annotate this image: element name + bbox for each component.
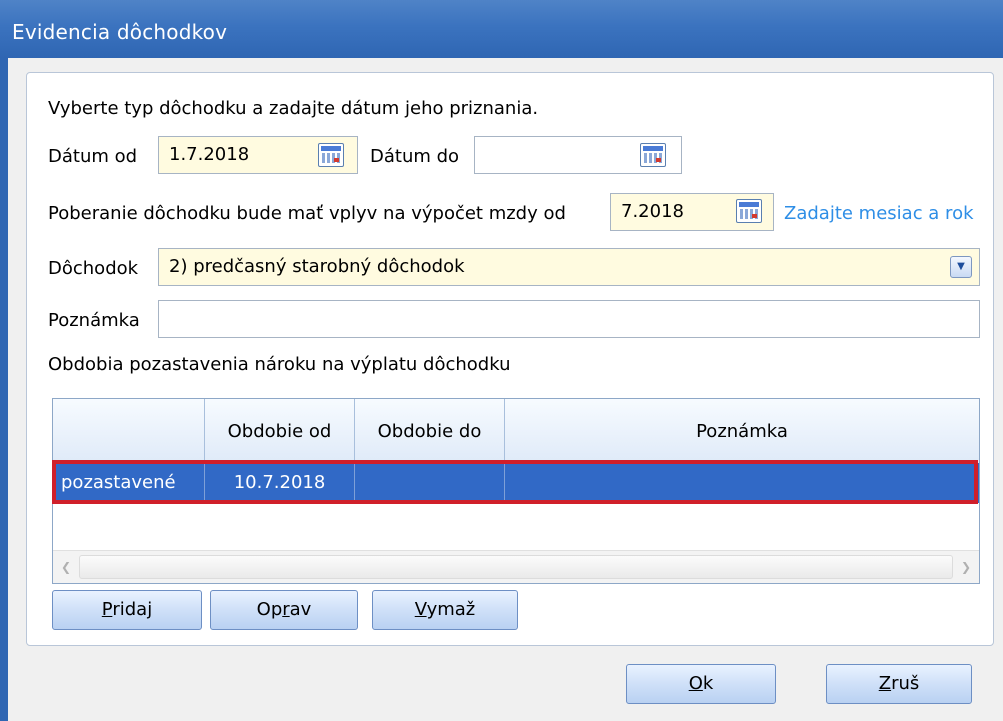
note-input[interactable] [158,300,980,338]
date-from-value: 1.7.2018 [169,144,250,165]
cancel-button[interactable]: Zruš [826,664,972,704]
title-bar[interactable]: Evidencia dôchodkov [0,0,1003,58]
grid-header-status[interactable] [53,399,205,463]
payroll-effect-hint: Zadajte mesiac a rok [784,203,974,224]
payroll-effect-label: Poberanie dôchodku bude mať vplyv na výp… [48,203,566,224]
grid-header: Obdobie od Obdobie do Poznámka [53,399,979,464]
date-to-calendar-icon[interactable] [640,143,666,167]
add-button[interactable]: Pridaj [52,590,202,630]
payroll-effect-calendar-icon[interactable] [736,199,762,223]
pension-label: Dôchodok [48,258,139,279]
delete-button[interactable]: Vymaž [372,590,518,630]
instruction-text: Vyberte typ dôchodku a zadajte dátum jeh… [48,98,539,119]
date-to-label: Dátum do [370,146,460,167]
scrollbar-thumb[interactable] [79,555,953,579]
chevron-down-icon[interactable]: ▼ [950,256,972,278]
grid-header-period-from[interactable]: Obdobie od [205,399,355,463]
pension-type-value: 2) predčasný starobný dôchodok [169,256,465,277]
date-from-calendar-icon[interactable] [318,143,344,167]
scroll-left-icon[interactable]: ❮ [57,557,75,577]
pension-type-select[interactable]: 2) predčasný starobný dôchodok [158,248,980,286]
grid-header-period-to[interactable]: Obdobie do [355,399,505,463]
row-highlight-box [52,460,978,504]
suspension-section-label: Obdobia pozastavenia nároku na výplatu d… [48,354,511,375]
pension-records-dialog: Evidencia dôchodkov Vyberte typ dôchodku… [0,0,1003,721]
grid-header-note[interactable]: Poznámka [505,399,979,463]
payroll-effect-value: 7.2018 [621,201,684,222]
window-frame-left [0,58,8,721]
date-from-label: Dátum od [48,146,138,167]
ok-button[interactable]: Ok [626,664,776,704]
horizontal-scrollbar[interactable]: ❮ ❯ [53,550,979,583]
note-label: Poznámka [48,310,140,331]
scroll-right-icon[interactable]: ❯ [957,557,975,577]
window-title: Evidencia dôchodkov [12,20,228,44]
edit-button[interactable]: Oprav [210,590,358,630]
